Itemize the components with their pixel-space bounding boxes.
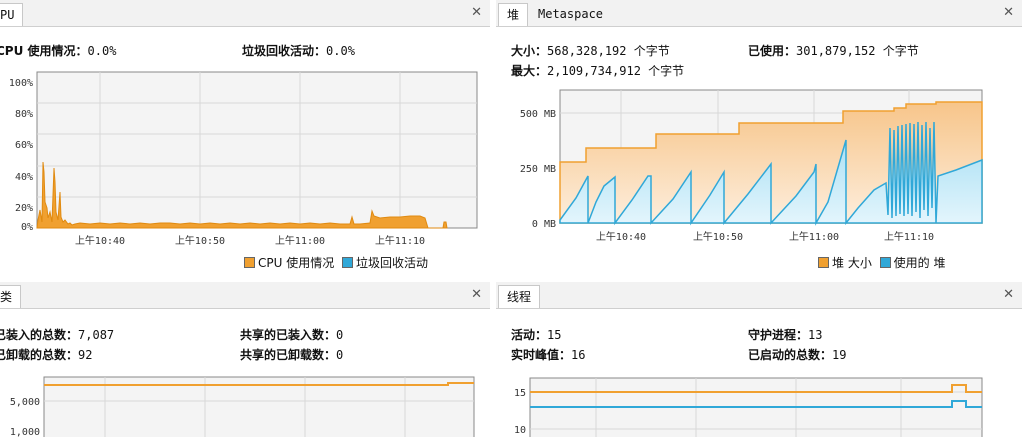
- classes-unloaded-label: 已卸载的总数：: [0, 348, 79, 362]
- heap-used-label: 已使用：: [748, 44, 797, 58]
- cpu-usage-stat: CPU 使用情况：0.0%: [0, 42, 116, 59]
- heap-ytick: 500 MB: [520, 109, 556, 120]
- cpu-xtick: 上午11:00: [275, 234, 325, 247]
- close-icon[interactable]: ✕: [471, 287, 482, 302]
- cpu-ytick: 80%: [15, 109, 33, 120]
- tab-cpu[interactable]: PU: [0, 3, 24, 26]
- heap-used-swatch: [879, 257, 891, 268]
- threads-live-value: 15: [547, 328, 562, 342]
- tab-classes-label: 类: [0, 290, 13, 304]
- cpu-ytick: 0%: [21, 222, 33, 233]
- heap-xtick: 上午11:10: [884, 230, 934, 243]
- threads-chart: 15 10: [514, 377, 983, 437]
- threads-panel: 线程 ✕ 活动：15 守护进程：13 实时峰值：16 已启动的总数：19 15 …: [496, 282, 1022, 437]
- close-icon[interactable]: ✕: [1003, 287, 1014, 302]
- close-icon[interactable]: ✕: [1003, 5, 1014, 20]
- heap-ytick: 0 MB: [532, 219, 556, 230]
- heap-chart: 500 MB 250 MB 0 MB 上午10:40 上午10:50 上午11:…: [520, 89, 983, 243]
- tab-classes[interactable]: 类: [0, 285, 22, 308]
- classes-shared-unloaded-value: 0: [336, 348, 344, 362]
- heap-legend-size: 堆 大小: [832, 256, 872, 270]
- cpu-ytick: 20%: [15, 203, 33, 214]
- heap-xtick: 上午10:40: [596, 230, 646, 243]
- gc-activity-label: 垃圾回收活动：: [242, 44, 327, 58]
- heap-used-stat: 已使用：301,879,152 个字节: [748, 42, 919, 59]
- classes-panel: 类 ✕ 已装入的总数：7,087 共享的已装入数：0 已卸载的总数：92 共享的…: [0, 282, 490, 437]
- cpu-chart: 100% 80% 60% 40% 20% 0% 上午10:40 上午10:50 …: [9, 71, 478, 247]
- threads-daemon-stat: 守护进程：13: [748, 326, 822, 343]
- heap-legend-used: 使用的 堆: [893, 256, 946, 270]
- classes-unloaded-value: 92: [78, 348, 93, 362]
- cpu-usage-swatch: [244, 257, 255, 268]
- tab-metaspace[interactable]: Metaspace: [530, 3, 612, 25]
- cpu-ytick: 100%: [9, 78, 33, 89]
- cpu-tabbar: PU ✕: [0, 0, 490, 27]
- classes-loaded-value: 7,087: [78, 328, 115, 342]
- gc-swatch: [342, 257, 354, 268]
- heap-size-swatch: [818, 257, 829, 268]
- threads-tabbar: 线程 ✕: [496, 282, 1022, 309]
- classes-shared-unloaded-stat: 共享的已卸载数：0: [240, 346, 343, 363]
- tab-threads-label: 线程: [507, 290, 532, 304]
- close-icon[interactable]: ✕: [471, 5, 482, 20]
- tab-heap-label: 堆: [507, 8, 520, 22]
- heap-max-stat: 最大：2,109,734,912 个字节: [511, 62, 684, 79]
- heap-panel: 堆 Metaspace ✕ 大小：568,328,192 个字节 已使用：301…: [496, 0, 1022, 278]
- gc-activity-stat: 垃圾回收活动：0.0%: [242, 42, 355, 59]
- threads-peak-stat: 实时峰值：16: [511, 346, 585, 363]
- classes-loaded-label: 已装入的总数：: [0, 328, 79, 342]
- classes-loaded-stat: 已装入的总数：7,087: [0, 326, 114, 343]
- threads-daemon-label: 守护进程：: [748, 328, 809, 342]
- classes-shared-loaded-label: 共享的已装入数：: [240, 328, 337, 342]
- threads-started-label: 已启动的总数：: [748, 348, 833, 362]
- threads-started-stat: 已启动的总数：19: [748, 346, 846, 363]
- heap-size-stat: 大小：568,328,192 个字节: [511, 42, 670, 59]
- threads-live-stat: 活动：15: [511, 326, 561, 343]
- classes-shared-unloaded-label: 共享的已卸载数：: [240, 348, 337, 362]
- cpu-xtick: 上午10:40: [75, 234, 125, 247]
- threads-peak-label: 实时峰值：: [511, 348, 572, 362]
- gc-activity-value: 0.0%: [326, 44, 355, 58]
- threads-daemon-value: 13: [808, 328, 823, 342]
- tab-cpu-label: PU: [0, 8, 15, 22]
- threads-ytick: 15: [514, 388, 526, 399]
- classes-ytick: 5,000: [10, 397, 40, 408]
- cpu-legend: CPU 使用情况 垃圾回收活动: [244, 254, 428, 271]
- cpu-legend-gc: 垃圾回收活动: [356, 256, 429, 270]
- heap-size-value: 568,328,192 个字节: [547, 44, 670, 58]
- heap-xtick: 上午10:50: [693, 230, 743, 243]
- classes-unloaded-stat: 已卸载的总数：92: [0, 346, 92, 363]
- tab-threads[interactable]: 线程: [498, 285, 541, 308]
- heap-max-label: 最大：: [511, 64, 548, 78]
- cpu-xtick: 上午10:50: [175, 234, 225, 247]
- cpu-ytick: 40%: [15, 172, 33, 183]
- heap-ytick: 250 MB: [520, 164, 556, 175]
- classes-chart: 5,000 1,000: [10, 376, 475, 437]
- classes-ytick: 1,000: [10, 427, 40, 437]
- tab-heap[interactable]: 堆: [498, 3, 529, 26]
- heap-max-value: 2,109,734,912 个字节: [547, 64, 685, 78]
- cpu-panel: PU ✕ CPU 使用情况：0.0% 垃圾回收活动：0.0% 100% 80% …: [0, 0, 490, 278]
- heap-xtick: 上午11:00: [789, 230, 839, 243]
- cpu-xtick: 上午11:10: [375, 234, 425, 247]
- cpu-usage-value: 0.0%: [87, 44, 117, 58]
- threads-ytick: 10: [514, 425, 526, 436]
- cpu-legend-usage: CPU 使用情况: [258, 256, 335, 270]
- heap-used-value: 301,879,152 个字节: [796, 44, 919, 58]
- classes-shared-loaded-stat: 共享的已装入数：0: [240, 326, 343, 343]
- cpu-ytick: 60%: [15, 140, 33, 151]
- threads-started-value: 19: [832, 348, 847, 362]
- tab-metaspace-label: Metaspace: [538, 7, 604, 21]
- threads-live-label: 活动：: [511, 328, 548, 342]
- heap-size-label: 大小：: [511, 44, 548, 58]
- threads-peak-value: 16: [571, 348, 586, 362]
- heap-tabbar: 堆 Metaspace ✕: [496, 0, 1022, 27]
- classes-tabbar: 类 ✕: [0, 282, 490, 309]
- heap-legend: 堆 大小 使用的 堆: [818, 254, 945, 271]
- cpu-usage-label: CPU 使用情况：: [0, 44, 88, 58]
- classes-shared-loaded-value: 0: [336, 328, 344, 342]
